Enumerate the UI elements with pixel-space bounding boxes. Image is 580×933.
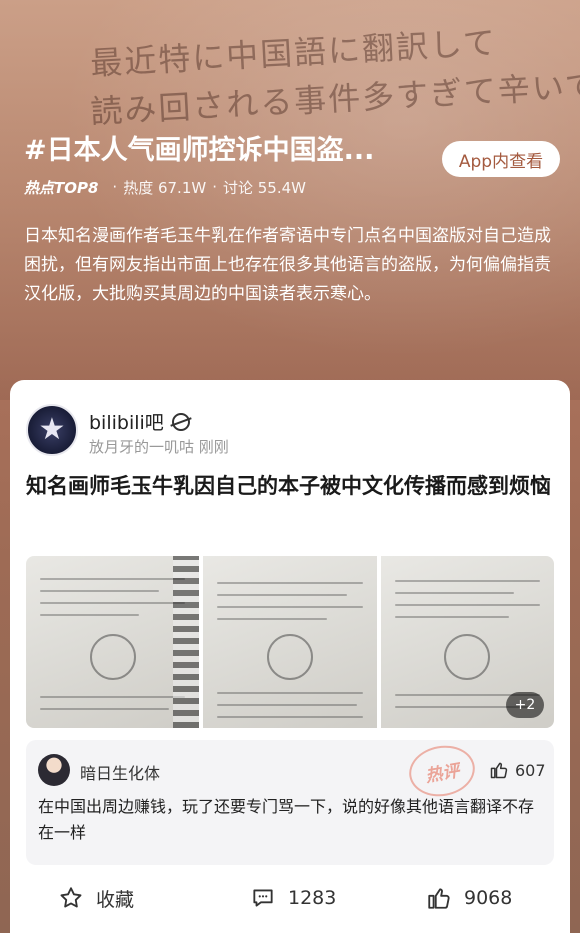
- like-count: 9068: [464, 887, 513, 909]
- thumbs-up-icon: [490, 762, 508, 779]
- hot-top-logo: 热点TOP8: [24, 178, 99, 197]
- post-author: 放月牙的一叽咕: [89, 438, 195, 456]
- post-image-3[interactable]: +2: [380, 556, 554, 728]
- post-card[interactable]: ★ bilibili吧 放月牙的一叽咕 刚刚 知名画师毛玉牛乳因自己的本子被中文…: [10, 380, 570, 933]
- topic-stats: 热点TOP8 · 热度 67.1W · 讨论 55.4W: [24, 176, 306, 198]
- comment-like-count: 607: [515, 760, 546, 780]
- topic-title: #日本人气画师控诉中国盗...: [24, 135, 375, 166]
- post-image-2[interactable]: [203, 556, 377, 728]
- favorite-label: 收藏: [96, 888, 135, 911]
- hot-comment[interactable]: 暗日生化体 热评 607 在中国出周边赚钱，玩了还要专门骂一下，说的好像其他语言…: [26, 740, 554, 865]
- comment-text: 在中国出周边赚钱，玩了还要专门骂一下，说的好像其他语言翻译不存在一样: [38, 797, 535, 842]
- favorite-button[interactable]: 收藏: [58, 885, 134, 912]
- action-bar: 收藏 1283 9068: [10, 874, 570, 922]
- planet-badge-icon: [171, 412, 190, 431]
- like-button[interactable]: 9068: [426, 885, 512, 911]
- source-avatar[interactable]: ★: [26, 404, 78, 456]
- hot-comment-stamp: 热评: [405, 740, 479, 802]
- discussion-count: 讨论 55.4W: [222, 178, 306, 197]
- commenter-name[interactable]: 暗日生化体: [80, 760, 160, 784]
- source-name[interactable]: bilibili吧: [89, 408, 190, 435]
- comment-button[interactable]: 1283: [250, 885, 336, 911]
- post-time: 刚刚: [198, 438, 229, 456]
- post-meta: 放月牙的一叽咕 刚刚: [89, 436, 229, 457]
- post-image-1[interactable]: [26, 556, 200, 728]
- heat-count: 热度 67.1W: [123, 178, 207, 197]
- star-icon: [60, 887, 82, 908]
- comment-bubble-icon: [253, 889, 273, 907]
- comment-like-button[interactable]: 607: [489, 760, 546, 780]
- open-in-app-button[interactable]: App内查看: [442, 141, 560, 177]
- topic-description: 日本知名漫画作者毛玉牛乳在作者寄语中专门点名中国盗版对自己造成困扰，但有网友指出…: [24, 226, 551, 304]
- more-images-badge[interactable]: +2: [505, 692, 544, 718]
- image-gallery: +2: [26, 556, 554, 728]
- thumbs-up-icon: [428, 888, 450, 909]
- star-logo-icon: ★: [38, 412, 66, 447]
- post-title[interactable]: 知名画师毛玉牛乳因自己的本子被中文化传播而感到烦恼: [26, 470, 556, 503]
- separator-dot: ·: [112, 178, 118, 196]
- commenter-avatar[interactable]: [38, 754, 70, 786]
- comment-count: 1283: [288, 887, 337, 909]
- separator-dot: ·: [212, 178, 217, 196]
- source-name-label: bilibili吧: [89, 412, 164, 434]
- hero-background: 最近特に中国語に翻訳して 読み回される事件多すぎて辛いです。: [0, 0, 580, 400]
